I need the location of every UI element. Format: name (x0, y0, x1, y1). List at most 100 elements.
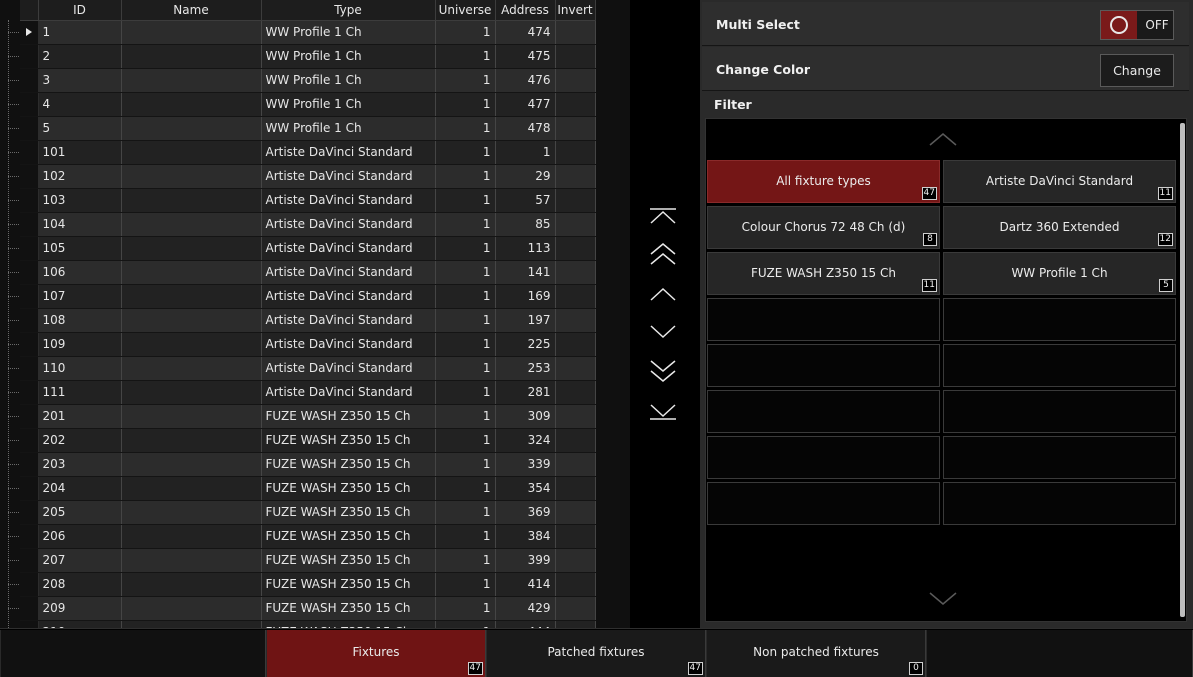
cell-address: 169 (495, 284, 556, 309)
chevron-up-icon[interactable] (928, 131, 958, 147)
page-down-button[interactable] (644, 355, 682, 387)
line-down-button[interactable] (644, 316, 682, 348)
table-row[interactable]: 3 WW Profile 1 Ch 1 476 (20, 68, 596, 93)
row-selector[interactable] (20, 524, 39, 549)
table-row[interactable]: 210 FUZE WASH Z350 15 Ch1444 (20, 620, 596, 628)
cell-invert (555, 140, 596, 165)
page-up-button[interactable] (644, 238, 682, 270)
tab-fixtures[interactable]: Fixtures 47 (266, 630, 486, 677)
filter-type-button[interactable]: Colour Chorus 72 48 Ch (d) 8 (707, 206, 940, 249)
table-row[interactable]: 106 Artiste DaVinci Standard 1 141 (20, 260, 596, 285)
cell-name (121, 620, 262, 628)
filter-type-button[interactable]: Artiste DaVinci Standard 11 (943, 160, 1176, 203)
table-row[interactable]: 103 Artiste DaVinci Standard 1 57 (20, 188, 596, 213)
filter-scrollbar[interactable] (1180, 123, 1185, 617)
row-selector[interactable] (20, 164, 39, 189)
column-header-invert[interactable]: Invert (555, 0, 596, 21)
table-row[interactable]: 4 WW Profile 1 Ch 1 477 (20, 92, 596, 117)
filter-type-button[interactable]: Dartz 360 Extended 12 (943, 206, 1176, 249)
multi-select-toggle[interactable]: OFF (1100, 10, 1174, 40)
cell-id: 2 (38, 44, 122, 69)
table-row[interactable]: 205 FUZE WASH Z350 15 Ch 1 369 (20, 500, 596, 525)
table-row[interactable]: 5 WW Profile 1 Ch 1 478 (20, 116, 596, 141)
row-selector[interactable] (20, 500, 39, 525)
cell-type: FUZE WASH Z350 15 Ch (261, 404, 436, 429)
row-selector[interactable] (20, 572, 39, 597)
cell-id: 208 (38, 572, 122, 597)
tree-branch (8, 488, 19, 489)
filter-type-label: Artiste DaVinci Standard (985, 174, 1134, 188)
row-selector[interactable] (20, 92, 39, 117)
line-up-button[interactable] (644, 278, 682, 310)
row-selector[interactable] (20, 308, 39, 333)
cell-invert (555, 44, 596, 69)
tree-branch (8, 224, 19, 225)
tab-non-patched-fixtures[interactable]: Non patched fixtures 0 (706, 630, 926, 677)
row-selector[interactable] (20, 188, 39, 213)
cell-universe: 1 (435, 404, 496, 429)
column-header-id[interactable]: ID (38, 0, 122, 21)
row-selector[interactable] (20, 212, 39, 237)
row-selector[interactable] (20, 284, 39, 309)
table-row[interactable]: 2 WW Profile 1 Ch 1 475 (20, 44, 596, 69)
row-selector[interactable] (20, 116, 39, 141)
row-selector[interactable] (20, 140, 39, 165)
cell-invert (555, 620, 596, 628)
filter-type-label: Dartz 360 Extended (999, 220, 1120, 234)
table-row[interactable]: 107 Artiste DaVinci Standard 1 169 (20, 284, 596, 309)
tree-branch (8, 608, 19, 609)
cell-invert (555, 452, 596, 477)
cell-invert (555, 68, 596, 93)
cell-name (121, 68, 262, 93)
row-selector[interactable] (20, 620, 39, 628)
scroll-to-bottom-button[interactable] (644, 396, 682, 428)
page-up-icon (650, 243, 676, 265)
row-selector[interactable] (20, 428, 39, 453)
filter-type-button[interactable]: All fixture types 47 (707, 160, 940, 203)
table-row[interactable]: 204 FUZE WASH Z350 15 Ch 1 354 (20, 476, 596, 501)
row-selector[interactable] (20, 380, 39, 405)
cell-invert (555, 20, 596, 45)
cell-id: 210 (38, 620, 122, 628)
table-row[interactable]: 209 FUZE WASH Z350 15 Ch 1 429 (20, 596, 596, 621)
chevron-down-icon[interactable] (928, 591, 958, 607)
column-header-universe[interactable]: Universe (435, 0, 496, 21)
table-row[interactable]: 110 Artiste DaVinci Standard 1 253 (20, 356, 596, 381)
table-row[interactable]: 1 WW Profile 1 Ch 1 474 (20, 20, 596, 45)
column-header-address[interactable]: Address (495, 0, 556, 21)
column-header-type[interactable]: Type (261, 0, 436, 21)
table-row[interactable]: 207 FUZE WASH Z350 15 Ch 1 399 (20, 548, 596, 573)
row-selector[interactable] (20, 20, 39, 45)
row-selector[interactable] (20, 548, 39, 573)
row-selector[interactable] (20, 404, 39, 429)
cell-invert (555, 380, 596, 405)
row-selector[interactable] (20, 452, 39, 477)
row-selector[interactable] (20, 236, 39, 261)
table-row[interactable]: 111 Artiste DaVinci Standard 1 281 (20, 380, 596, 405)
filter-type-button[interactable]: FUZE WASH Z350 15 Ch 11 (707, 252, 940, 295)
row-selector[interactable] (20, 260, 39, 285)
table-row[interactable]: 208 FUZE WASH Z350 15 Ch 1 414 (20, 572, 596, 597)
tab-count-badge: 47 (467, 662, 483, 675)
row-selector[interactable] (20, 44, 39, 69)
table-row[interactable]: 102 Artiste DaVinci Standard 1 29 (20, 164, 596, 189)
table-row[interactable]: 108 Artiste DaVinci Standard 1 197 (20, 308, 596, 333)
filter-type-button[interactable]: WW Profile 1 Ch 5 (943, 252, 1176, 295)
table-row[interactable]: 203 FUZE WASH Z350 15 Ch 1 339 (20, 452, 596, 477)
table-row[interactable]: 202 FUZE WASH Z350 15 Ch 1 324 (20, 428, 596, 453)
row-selector[interactable] (20, 356, 39, 381)
table-row[interactable]: 201 FUZE WASH Z350 15 Ch 1 309 (20, 404, 596, 429)
column-header-name[interactable]: Name (121, 0, 262, 21)
change-color-button[interactable]: Change (1100, 54, 1174, 87)
tab-patched-fixtures[interactable]: Patched fixtures 47 (486, 630, 706, 677)
table-row[interactable]: 105 Artiste DaVinci Standard 1 113 (20, 236, 596, 261)
row-selector[interactable] (20, 68, 39, 93)
table-row[interactable]: 206 FUZE WASH Z350 15 Ch 1 384 (20, 524, 596, 549)
row-selector[interactable] (20, 596, 39, 621)
table-row[interactable]: 109 Artiste DaVinci Standard 1 225 (20, 332, 596, 357)
scroll-to-top-button[interactable] (644, 200, 682, 232)
row-selector[interactable] (20, 476, 39, 501)
table-row[interactable]: 101 Artiste DaVinci Standard 1 1 (20, 140, 596, 165)
table-row[interactable]: 104 Artiste DaVinci Standard 1 85 (20, 212, 596, 237)
row-selector[interactable] (20, 332, 39, 357)
